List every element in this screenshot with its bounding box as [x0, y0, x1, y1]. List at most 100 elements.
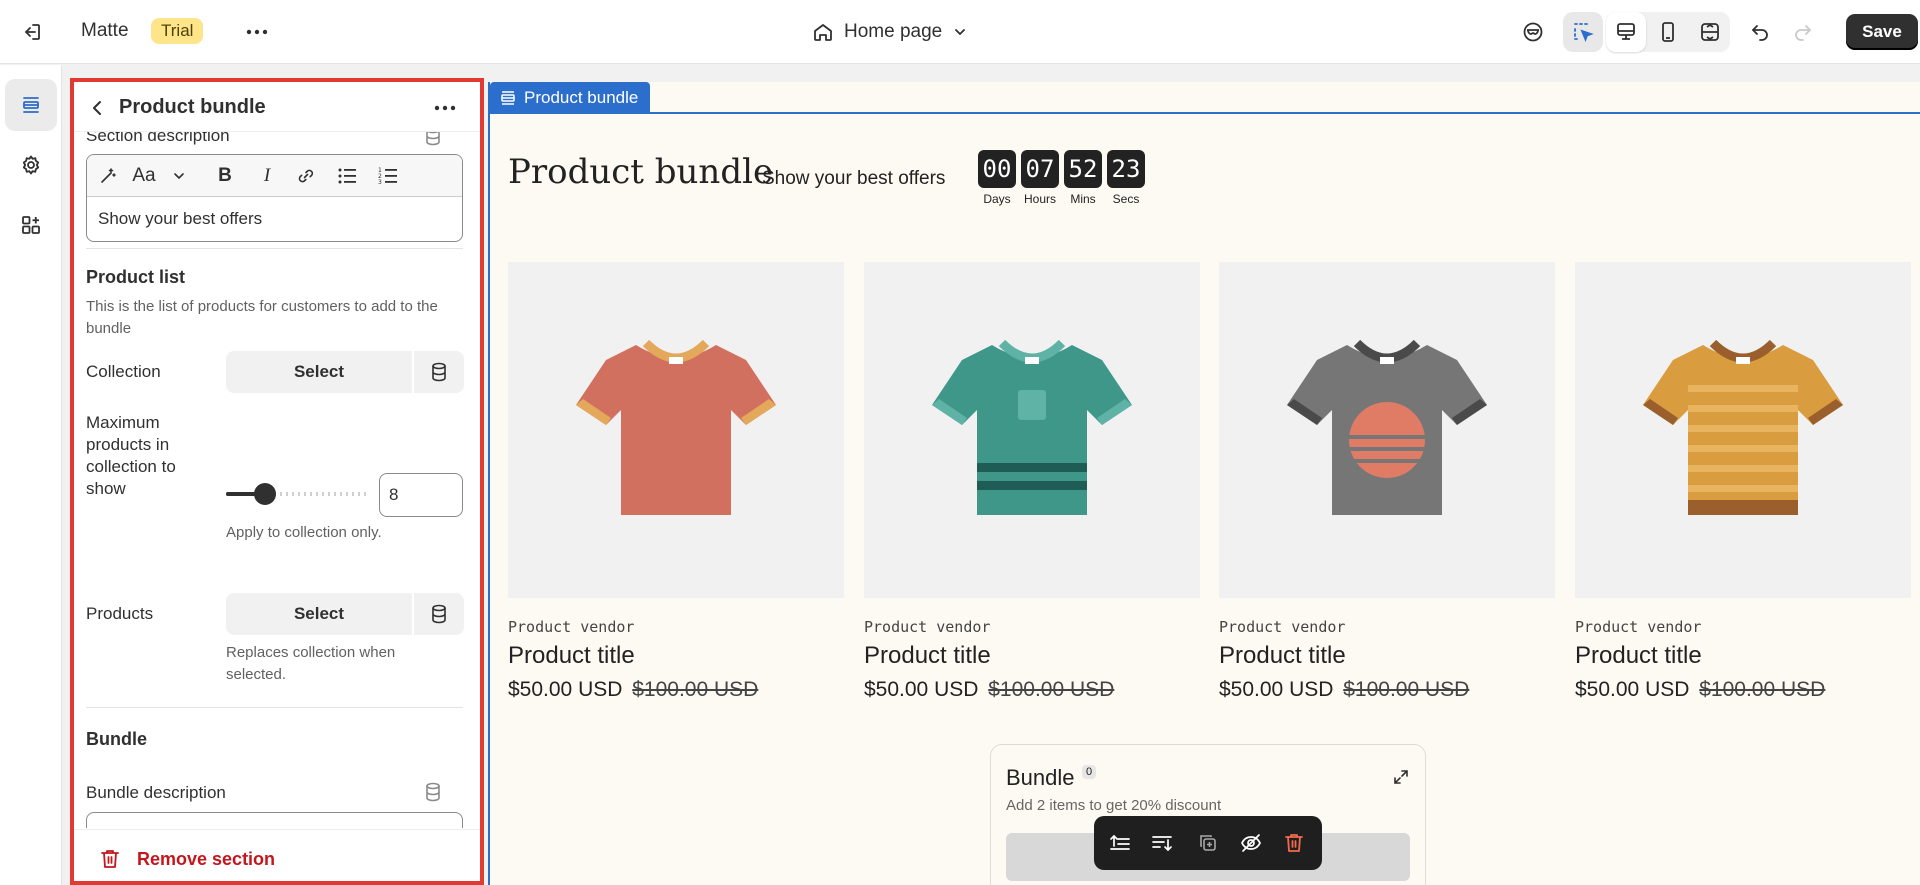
- page-selector-label: Home page: [844, 21, 943, 42]
- product-title[interactable]: Product title: [1575, 642, 1911, 670]
- viewport-toggle: [1606, 12, 1730, 52]
- inspector-icon[interactable]: [1563, 12, 1603, 52]
- bundle-description-label: Bundle description: [86, 783, 226, 802]
- product-image[interactable]: [508, 262, 844, 598]
- page-selector[interactable]: Home page: [812, 16, 968, 48]
- products-help: Replaces collection when selected.: [226, 644, 396, 683]
- dynamic-source-icon[interactable]: [424, 782, 442, 807]
- divider: [86, 707, 463, 708]
- product-title[interactable]: Product title: [508, 642, 844, 670]
- bundle-heading: Bundle: [86, 729, 147, 749]
- product-title[interactable]: Product title: [864, 642, 1200, 670]
- italic-icon[interactable]: I: [257, 164, 277, 188]
- save-button[interactable]: Save: [1846, 14, 1918, 50]
- font-style-icon[interactable]: Aa: [131, 164, 157, 188]
- undo-icon[interactable]: [1740, 12, 1780, 52]
- product-image[interactable]: [864, 262, 1200, 598]
- tshirt-icon: [932, 339, 1132, 515]
- product-image[interactable]: [1219, 262, 1555, 598]
- move-down-icon[interactable]: [1150, 831, 1174, 855]
- panel-more-icon[interactable]: [431, 94, 459, 122]
- countdown-days: 00 Days: [978, 150, 1016, 206]
- divider: [86, 248, 463, 249]
- products-picker: Select: [226, 593, 464, 635]
- preview-canvas[interactable]: Product bundle Product bundle Show your …: [488, 82, 1920, 885]
- product-price: $50.00 USD $100.00 USD: [864, 678, 1115, 701]
- chevron-down-icon[interactable]: [171, 164, 187, 188]
- desktop-icon[interactable]: [1606, 12, 1646, 52]
- mobile-icon[interactable]: [1648, 12, 1688, 52]
- section-subtitle: Show your best offers: [762, 168, 946, 189]
- bundle-description-editor: Add 2 items to get 20% discount: [86, 812, 463, 828]
- collection-select-button[interactable]: Select: [226, 351, 412, 393]
- compare-price: $100.00 USD: [632, 678, 759, 701]
- compare-price: $100.00 USD: [1699, 678, 1826, 701]
- hide-icon[interactable]: [1239, 831, 1263, 855]
- product-vendor: Product vendor: [864, 618, 991, 636]
- section-tag-label: Product bundle: [524, 88, 639, 107]
- section-tag[interactable]: Product bundle: [490, 82, 651, 114]
- slider-handle[interactable]: [254, 483, 276, 505]
- settings-gear-icon[interactable]: [5, 139, 57, 191]
- section-floating-toolbar: [1094, 816, 1322, 870]
- product-price: $50.00 USD $100.00 USD: [1219, 678, 1470, 701]
- svg-text:3: 3: [378, 179, 382, 185]
- collection-picker: Select: [226, 351, 464, 393]
- product-card[interactable]: Product vendor Product title $50.00 USD …: [1575, 262, 1911, 702]
- bundle-description: Add 2 items to get 20% discount: [1006, 797, 1222, 814]
- product-image[interactable]: [1575, 262, 1911, 598]
- expand-icon[interactable]: [1393, 769, 1409, 790]
- left-rail: [0, 65, 62, 885]
- max-products-input[interactable]: 8: [379, 473, 463, 517]
- duplicate-icon[interactable]: [1196, 831, 1220, 855]
- product-card[interactable]: Product vendor Product title $50.00 USD …: [508, 262, 844, 702]
- sections-icon[interactable]: [5, 79, 57, 131]
- countdown-hours: 07 Hours: [1021, 150, 1059, 206]
- bullet-list-icon[interactable]: [336, 164, 358, 188]
- section-description-input[interactable]: Show your best offers: [87, 197, 462, 241]
- max-products-slider[interactable]: [226, 483, 366, 505]
- chevron-down-icon: [955, 29, 966, 36]
- section-settings-panel: Product bundle Section description Aa B …: [70, 78, 484, 885]
- link-icon[interactable]: [295, 164, 317, 188]
- dynamic-source-icon[interactable]: [424, 132, 442, 151]
- section-title: Product bundle: [508, 152, 774, 192]
- redo-icon[interactable]: [1783, 12, 1823, 52]
- numbered-list-icon[interactable]: 123: [377, 164, 399, 188]
- product-vendor: Product vendor: [1219, 618, 1346, 636]
- product-list-heading: Product list: [86, 267, 186, 287]
- fullscreen-icon[interactable]: [1690, 12, 1730, 52]
- products-select-button[interactable]: Select: [226, 593, 412, 635]
- ai-assistant-icon[interactable]: [1513, 12, 1553, 52]
- exit-icon[interactable]: [18, 18, 46, 46]
- bold-icon[interactable]: B: [215, 164, 235, 188]
- bundle-description-input[interactable]: Add 2 items to get 20% discount: [87, 813, 462, 828]
- product-price: $50.00 USD $100.00 USD: [508, 678, 759, 701]
- product-card[interactable]: Product vendor Product title $50.00 USD …: [1219, 262, 1555, 702]
- tshirt-icon: [1643, 339, 1843, 515]
- apps-icon[interactable]: [5, 199, 57, 251]
- max-products-label: Maximum products in collection to show: [86, 413, 176, 498]
- trash-icon: [100, 848, 120, 875]
- delete-icon[interactable]: [1282, 831, 1306, 855]
- top-bar: Matte Trial Home page Save: [0, 0, 1920, 64]
- remove-section-button[interactable]: Remove section: [74, 829, 480, 881]
- more-actions-icon[interactable]: [243, 18, 271, 46]
- products-label: Products: [86, 604, 154, 623]
- panel-title: Product bundle: [119, 96, 266, 118]
- panel-body[interactable]: Section description Aa B I 1 2 3 Show yo…: [74, 132, 480, 828]
- store-name[interactable]: Matte: [81, 20, 129, 42]
- magic-icon[interactable]: [97, 164, 119, 188]
- database-icon[interactable]: [414, 593, 464, 635]
- database-icon[interactable]: [414, 351, 464, 393]
- countdown-mins: 52 Mins: [1064, 150, 1102, 206]
- move-up-icon[interactable]: [1108, 831, 1132, 855]
- bundle-count-badge: 0: [1082, 765, 1097, 779]
- compare-price: $100.00 USD: [1343, 678, 1470, 701]
- product-card[interactable]: Product vendor Product title $50.00 USD …: [864, 262, 1200, 702]
- back-arrow-icon[interactable]: [86, 96, 110, 120]
- product-title[interactable]: Product title: [1219, 642, 1555, 670]
- product-list-help: This is the list of products for custome…: [86, 298, 438, 337]
- tshirt-icon: [1287, 339, 1487, 515]
- home-icon: [814, 24, 832, 41]
